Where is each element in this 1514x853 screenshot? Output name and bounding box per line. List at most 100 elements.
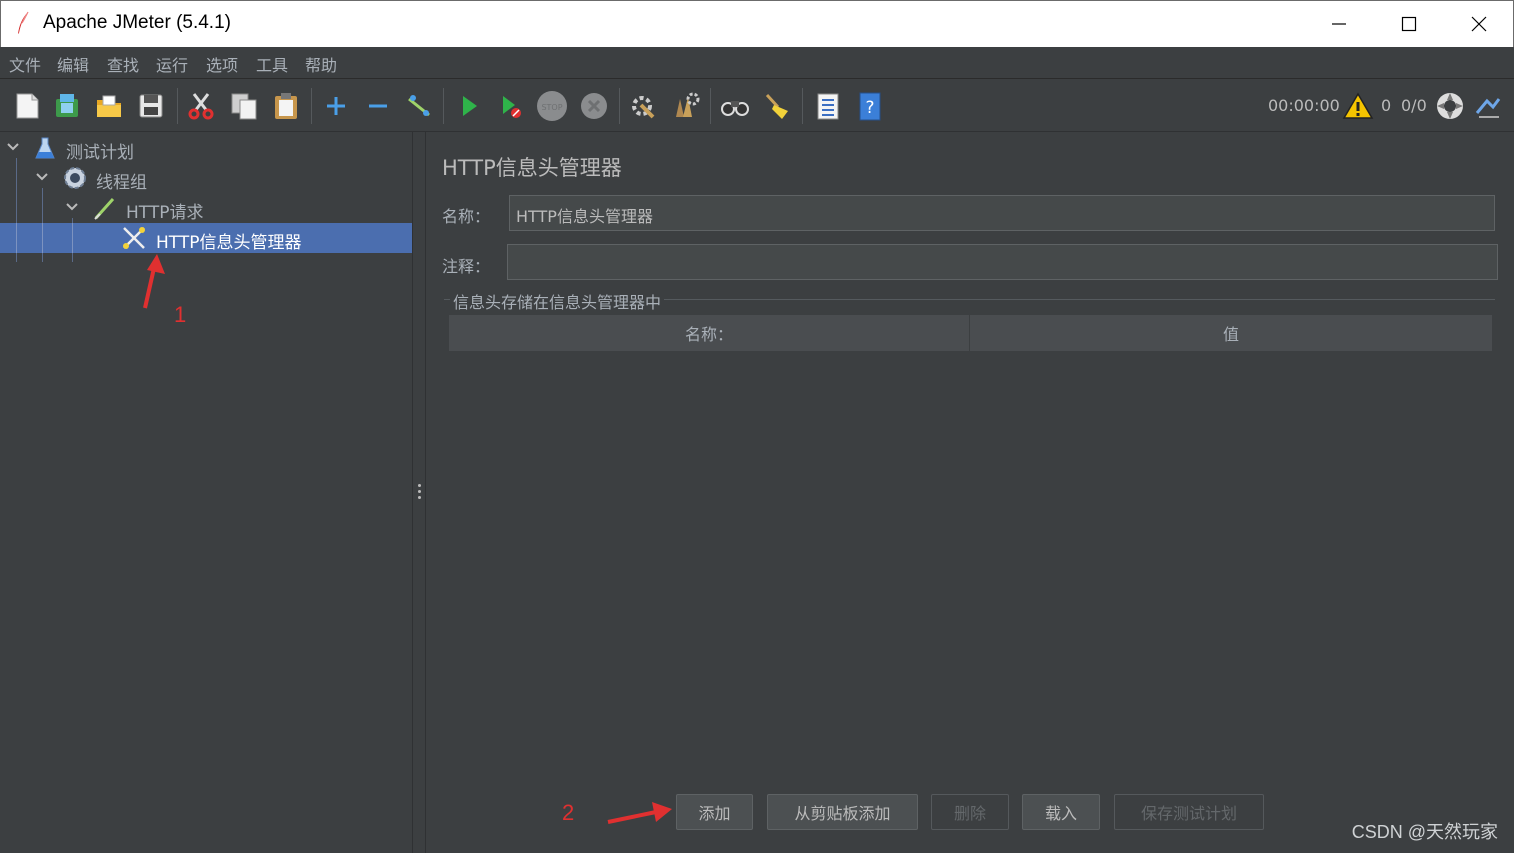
- header-manager-icon: [123, 227, 145, 249]
- add-button[interactable]: 添加: [676, 794, 753, 830]
- paste-icon: [275, 93, 297, 119]
- add-from-clipboard-button[interactable]: 从剪贴板添加: [767, 794, 918, 830]
- chevron-down-icon[interactable]: [34, 169, 50, 185]
- tree-node-header-manager[interactable]: HTTP信息头管理器: [0, 223, 412, 253]
- shutdown-button[interactable]: [576, 88, 612, 124]
- tree-guide: [42, 223, 43, 253]
- menu-tools[interactable]: 工具: [256, 52, 288, 76]
- column-header-name[interactable]: 名称：: [449, 315, 969, 351]
- search-icon: [721, 101, 749, 116]
- warning-indicator[interactable]: [1340, 88, 1376, 124]
- tree-guide: [16, 223, 17, 253]
- divider-grip: [418, 496, 421, 499]
- start-icon: [463, 96, 477, 116]
- tree-node-label: 测试计划: [66, 143, 134, 163]
- test-plan-tree: 测试计划 线程组 HTTP请求 HTTP信息头管理器 1: [0, 132, 412, 853]
- new-button[interactable]: [9, 88, 45, 124]
- toolbar: STOP ? 00:00:00 0 0/0: [0, 80, 1514, 132]
- divider-grip: [418, 490, 421, 493]
- save-icon: [139, 94, 163, 118]
- open-button[interactable]: [91, 88, 127, 124]
- tree-node-http-request[interactable]: HTTP请求: [0, 193, 412, 223]
- cut-button[interactable]: [183, 88, 219, 124]
- cut-icon: [188, 93, 214, 120]
- headers-table-header: 名称： 值: [448, 314, 1493, 352]
- menu-file[interactable]: 文件: [9, 52, 41, 76]
- comment-label: 注释：: [442, 257, 491, 276]
- watermark: CSDN @天然玩家: [1351, 822, 1498, 842]
- expand-icon: [327, 97, 345, 115]
- start-button[interactable]: [451, 88, 487, 124]
- log-viewer-button[interactable]: [1470, 88, 1506, 124]
- annotation-number-2: 2: [562, 800, 575, 825]
- panel-title: HTTP信息头管理器: [442, 156, 622, 180]
- toggle-icon: [408, 95, 430, 117]
- split-pane-divider[interactable]: [412, 132, 426, 853]
- help-icon: ?: [859, 92, 881, 121]
- start-no-pauses-button[interactable]: [492, 88, 528, 124]
- function-helper-button[interactable]: [809, 88, 845, 124]
- minimize-icon: [1332, 23, 1346, 25]
- search-button[interactable]: [717, 88, 753, 124]
- comment-field[interactable]: [507, 244, 1498, 280]
- templates-button[interactable]: [49, 88, 85, 124]
- function-helper-icon: [817, 93, 839, 120]
- tree-node-test-plan[interactable]: 测试计划: [0, 133, 412, 163]
- maximize-icon: [1401, 16, 1417, 32]
- tree-guide: [72, 223, 73, 253]
- close-button[interactable]: [1444, 1, 1514, 47]
- menu-options[interactable]: 选项: [206, 52, 238, 76]
- clear-icon: [632, 96, 655, 119]
- thread-group-icon: [64, 167, 86, 189]
- paste-button[interactable]: [268, 88, 304, 124]
- menu-help[interactable]: 帮助: [305, 52, 337, 76]
- stop-icon: STOP: [537, 91, 567, 121]
- shutdown-icon: [581, 93, 607, 119]
- header-manager-panel: HTTP信息头管理器 名称： HTTP信息头管理器 注释： 信息头存储在信息头管…: [427, 132, 1514, 853]
- collapse-all-button[interactable]: [360, 88, 396, 124]
- copy-button[interactable]: [226, 88, 262, 124]
- tree-node-label: HTTP信息头管理器: [156, 233, 302, 253]
- chevron-down-icon[interactable]: [64, 199, 80, 215]
- minimize-button[interactable]: [1304, 1, 1374, 47]
- http-sampler-icon: [94, 197, 115, 220]
- save-test-plan-button[interactable]: 保存测试计划: [1114, 794, 1264, 830]
- maximize-button[interactable]: [1374, 1, 1444, 47]
- chevron-down-icon[interactable]: [5, 139, 21, 155]
- menu-search[interactable]: 查找: [107, 52, 139, 76]
- toggle-button[interactable]: [401, 88, 437, 124]
- clear-button[interactable]: [624, 88, 660, 124]
- save-button[interactable]: [133, 88, 169, 124]
- remote-button[interactable]: [1432, 88, 1468, 124]
- expand-all-button[interactable]: [318, 88, 354, 124]
- column-header-value[interactable]: 值: [970, 315, 1492, 351]
- name-field[interactable]: HTTP信息头管理器: [509, 195, 1495, 231]
- stop-button[interactable]: STOP: [534, 88, 570, 124]
- clear-all-button[interactable]: [667, 88, 703, 124]
- warning-count: 0: [1381, 96, 1392, 115]
- window-title: Apache JMeter (5.4.1): [43, 12, 231, 33]
- toolbar-separator: [619, 88, 620, 124]
- warning-icon: [1342, 92, 1374, 119]
- log-icon: [1475, 98, 1501, 118]
- load-button[interactable]: 载入: [1022, 794, 1100, 830]
- toolbar-separator: [710, 88, 711, 124]
- help-button[interactable]: ?: [852, 88, 888, 124]
- annotation-number-1: 1: [174, 302, 187, 327]
- elapsed-time: 00:00:00: [1268, 96, 1340, 115]
- delete-button[interactable]: 删除: [931, 794, 1009, 830]
- menu-run[interactable]: 运行: [156, 52, 188, 76]
- new-icon: [16, 93, 39, 119]
- menu-bar: 文件 编辑 查找 运行 选项 工具 帮助: [0, 47, 1514, 79]
- reset-search-button[interactable]: [759, 88, 795, 124]
- toolbar-separator: [311, 88, 312, 124]
- svg-text:STOP: STOP: [541, 103, 562, 112]
- start-no-pauses-icon: [503, 96, 521, 118]
- menu-edit[interactable]: 编辑: [57, 52, 89, 76]
- collapse-icon: [369, 104, 387, 108]
- tree-node-thread-group[interactable]: 线程组: [0, 163, 412, 193]
- clear-all-icon: [676, 92, 700, 117]
- annotation-arrow-1: [143, 254, 165, 309]
- tree-node-label: 线程组: [96, 173, 147, 193]
- copy-icon: [231, 93, 257, 120]
